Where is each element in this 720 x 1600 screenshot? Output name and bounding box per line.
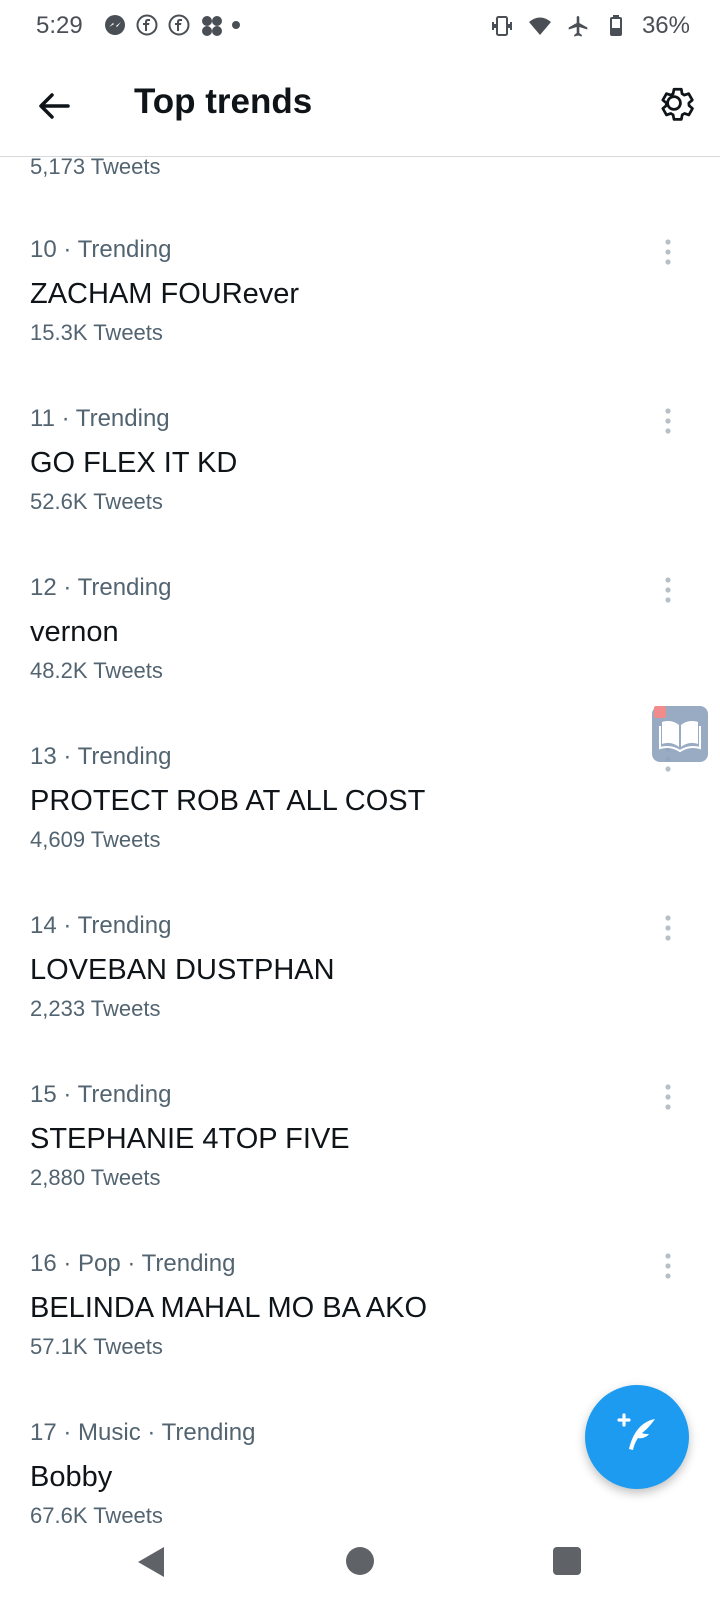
trend-name: PROTECT ROB AT ALL COST	[30, 785, 426, 817]
trend-count: 57.1K Tweets	[30, 1334, 163, 1359]
trend-meta: 12 · Trending	[30, 574, 172, 601]
compose-tweet-icon	[617, 1413, 655, 1450]
status-time: 5:29	[36, 12, 83, 39]
floating-reader-button[interactable]	[652, 706, 708, 762]
messenger-icon	[104, 14, 126, 36]
back-button[interactable]	[32, 84, 76, 128]
more-options-button[interactable]	[656, 407, 680, 435]
trend-meta: 14 · Trending	[30, 912, 172, 939]
more-vertical-icon	[665, 239, 671, 265]
more-options-button[interactable]	[656, 238, 680, 266]
app-bar: Top trends	[0, 56, 720, 157]
trend-count: 5,173 Tweets	[30, 157, 161, 179]
trend-count: 4,609 Tweets	[30, 827, 161, 852]
airplane-icon	[568, 16, 588, 37]
pinwheel-icon	[200, 14, 222, 36]
more-vertical-icon	[665, 408, 671, 434]
system-nav-bar	[0, 1523, 720, 1600]
status-bar: 5:29 36%	[0, 0, 720, 56]
trend-count: 52.6K Tweets	[30, 489, 163, 514]
more-vertical-icon	[665, 1084, 671, 1110]
trend-count: 67.6K Tweets	[30, 1503, 163, 1523]
trend-count: 48.2K Tweets	[30, 658, 163, 683]
more-options-button[interactable]	[656, 1252, 680, 1280]
facebook-icon	[136, 14, 158, 36]
recents-square-icon[interactable]	[553, 1547, 581, 1575]
battery-icon	[609, 15, 622, 36]
more-options-button[interactable]	[656, 1083, 680, 1111]
trend-item[interactable]: 15 · Trending STEPHANIE 4TOP FIVE 2,880 …	[0, 1081, 720, 1250]
home-circle-icon[interactable]	[346, 1547, 374, 1575]
trend-name: ZACHAM FOURever	[30, 278, 300, 310]
trend-count: 2,880 Tweets	[30, 1165, 161, 1190]
trend-item[interactable]: 12 · Trending vernon 48.2K Tweets	[0, 574, 720, 743]
trend-name: vernon	[30, 616, 119, 648]
trend-meta: 11 · Trending	[30, 405, 170, 432]
trend-count: 15.3K Tweets	[30, 320, 163, 345]
more-vertical-icon	[665, 1253, 671, 1279]
trend-count: 2,233 Tweets	[30, 996, 161, 1021]
notification-icons	[104, 14, 240, 36]
trend-meta: 16 · Pop · Trending	[30, 1250, 236, 1277]
trend-name: LOVEBAN DUSTPHAN	[30, 954, 335, 986]
gear-icon	[661, 87, 694, 121]
more-options-button[interactable]	[656, 576, 680, 604]
settings-button[interactable]	[652, 81, 696, 125]
trends-list[interactable]: 5,173 Tweets 10 · Trending ZACHAM FOURev…	[0, 157, 720, 1523]
trend-meta: 17 · Music · Trending	[30, 1419, 256, 1446]
wifi-icon	[528, 17, 551, 35]
facebook-icon	[168, 14, 190, 36]
page-title: Top trends	[134, 82, 313, 121]
trend-name: GO FLEX IT KD	[30, 447, 238, 479]
trend-meta: 10 · Trending	[30, 236, 172, 263]
trend-name: BELINDA MAHAL MO BA AKO	[30, 1292, 428, 1324]
more-options-button[interactable]	[656, 914, 680, 942]
compose-tweet-button[interactable]	[585, 1385, 689, 1489]
trend-item[interactable]: 13 · Trending PROTECT ROB AT ALL COST 4,…	[0, 743, 720, 912]
trend-name: Bobby	[30, 1461, 113, 1493]
more-vertical-icon	[665, 577, 671, 603]
trend-item[interactable]: 11 · Trending GO FLEX IT KD 52.6K Tweets	[0, 405, 720, 574]
trend-item[interactable]: 14 · Trending LOVEBAN DUSTPHAN 2,233 Twe…	[0, 912, 720, 1081]
battery-percent: 36%	[641, 12, 690, 39]
trend-meta: 15 · Trending	[30, 1081, 172, 1108]
arrow-left-icon	[39, 93, 70, 119]
system-icons: 36%	[490, 12, 690, 40]
badge-marker	[654, 706, 666, 718]
more-vertical-icon	[665, 915, 671, 941]
back-triangle-icon[interactable]	[136, 1545, 166, 1579]
trend-meta: 13 · Trending	[30, 743, 172, 770]
trend-item[interactable]: 10 · Trending ZACHAM FOURever 15.3K Twee…	[0, 236, 720, 405]
dot-icon	[232, 21, 240, 29]
trend-name: STEPHANIE 4TOP FIVE	[30, 1123, 350, 1155]
vibrate-icon	[491, 16, 512, 36]
